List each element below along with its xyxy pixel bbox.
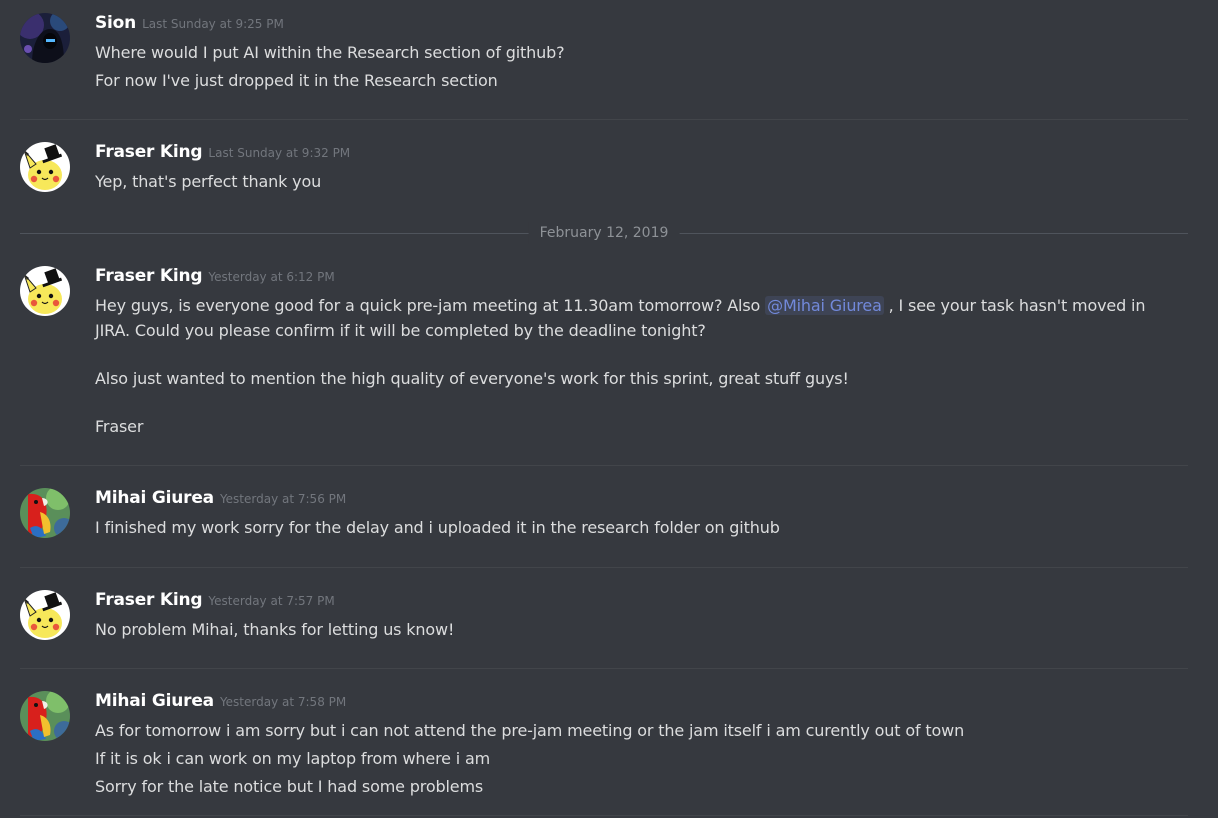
- author-name[interactable]: Fraser King: [95, 266, 203, 286]
- message-timestamp: Yesterday at 7:57 PM: [208, 594, 335, 608]
- author-name[interactable]: Fraser King: [95, 590, 203, 610]
- message-content: I finished my work sorry for the delay a…: [95, 515, 1185, 540]
- hooded-figure-avatar[interactable]: [20, 13, 70, 63]
- message-header: Mihai Giurea Yesterday at 7:56 PM: [95, 488, 346, 512]
- pikachu-top-hat-avatar[interactable]: [20, 266, 70, 316]
- message-timestamp: Yesterday at 7:58 PM: [219, 695, 347, 709]
- message-timestamp: Yesterday at 6:12 PM: [208, 270, 335, 284]
- message-text: Hey guys, is everyone good for a quick p…: [95, 296, 761, 315]
- user-mention[interactable]: @Mihai Giurea: [765, 296, 884, 315]
- message-content: Yep, that's perfect thank you: [95, 169, 1185, 194]
- date-divider-label: February 12, 2019: [528, 222, 680, 244]
- message-separator: [20, 119, 1188, 120]
- message-line: Hey guys, is everyone good for a quick p…: [95, 293, 1185, 318]
- parrot-avatar[interactable]: [20, 691, 70, 741]
- author-name[interactable]: Fraser King: [95, 142, 203, 162]
- message-content: Hey guys, is everyone good for a quick p…: [95, 293, 1185, 439]
- message-line: Sorry for the late notice but I had some…: [95, 777, 484, 796]
- author-name[interactable]: Mihai Giurea: [95, 691, 214, 711]
- message-timestamp: Last Sunday at 9:32 PM: [208, 146, 351, 160]
- message-line: I finished my work sorry for the delay a…: [95, 518, 780, 537]
- message-line: Yep, that's perfect thank you: [95, 172, 322, 191]
- message-timestamp: Last Sunday at 9:25 PM: [142, 17, 284, 31]
- message-line: No problem Mihai, thanks for letting us …: [95, 620, 455, 639]
- message-line: Also just wanted to mention the high qua…: [95, 369, 849, 388]
- message-header: Sion Last Sunday at 9:25 PM: [95, 13, 284, 37]
- message-content: Where would I put AI within the Research…: [95, 40, 1185, 93]
- message-header: Fraser King Last Sunday at 9:32 PM: [95, 142, 350, 166]
- message-content: No problem Mihai, thanks for letting us …: [95, 617, 1185, 642]
- message-line: Fraser: [95, 417, 144, 436]
- message-line: Where would I put AI within the Research…: [95, 43, 565, 62]
- message-line: JIRA. Could you please confirm if it wil…: [95, 321, 706, 340]
- message-line: If it is ok i can work on my laptop from…: [95, 749, 491, 768]
- message-line: For now I've just dropped it in the Rese…: [95, 71, 498, 90]
- message-separator: [20, 668, 1188, 669]
- chat-message-list: Sion Last Sunday at 9:25 PM Where would I…: [0, 0, 1218, 818]
- message-timestamp: Yesterday at 7:56 PM: [219, 492, 347, 506]
- message-header: Fraser King Yesterday at 6:12 PM: [95, 266, 335, 290]
- date-divider: February 12, 2019: [20, 222, 1188, 244]
- message-header: Fraser King Yesterday at 7:57 PM: [95, 590, 335, 614]
- author-name[interactable]: Mihai Giurea: [95, 488, 214, 508]
- message-separator: [20, 567, 1188, 568]
- message-content: As for tomorrow i am sorry but i can not…: [95, 718, 1185, 799]
- message-text: , I see your task hasn't moved in: [888, 296, 1146, 315]
- message-line: As for tomorrow i am sorry but i can not…: [95, 721, 965, 740]
- parrot-avatar[interactable]: [20, 488, 70, 538]
- pikachu-top-hat-avatar[interactable]: [20, 590, 70, 640]
- pikachu-top-hat-avatar[interactable]: [20, 142, 70, 192]
- message-separator: [20, 465, 1188, 466]
- message-separator: [20, 815, 1188, 816]
- author-name[interactable]: Sion: [95, 13, 136, 33]
- message-header: Mihai Giurea Yesterday at 7:58 PM: [95, 691, 346, 715]
